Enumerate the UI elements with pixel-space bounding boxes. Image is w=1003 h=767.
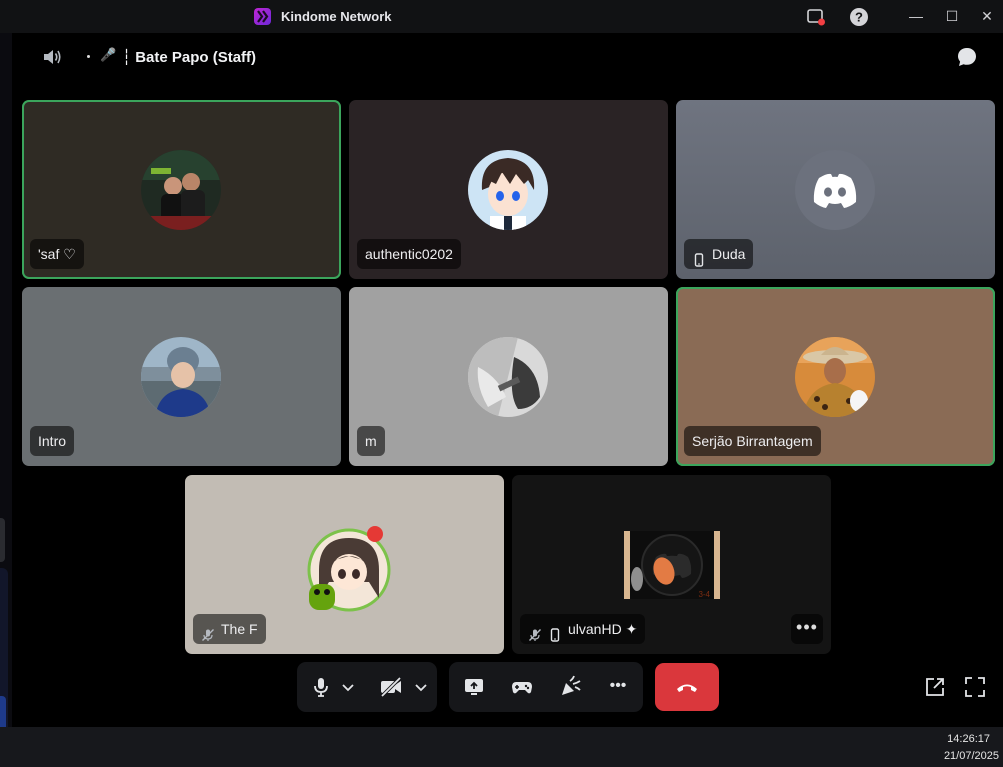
screen-share-icon[interactable] xyxy=(462,675,486,699)
close-button[interactable]: ✕ xyxy=(976,6,998,26)
participant-name: The F xyxy=(193,614,266,644)
participant-tile[interactable]: authentic0202 xyxy=(349,100,668,279)
fullscreen-icon[interactable] xyxy=(964,676,986,698)
mic-emoji: 🎤 xyxy=(100,47,117,62)
channel-header: 🎤 ┆ Bate Papo (Staff) xyxy=(12,33,1003,81)
voice-channel-icon xyxy=(42,47,62,67)
app-logo-icon xyxy=(254,8,271,25)
minimize-button[interactable]: — xyxy=(905,6,927,26)
participant-name: 'saf ♡ xyxy=(30,239,84,269)
svg-text:?: ? xyxy=(855,10,863,25)
avatar xyxy=(795,337,875,417)
participant-name: authentic0202 xyxy=(357,239,461,269)
more-options-button[interactable]: ••• xyxy=(606,675,630,699)
soundboard-icon[interactable] xyxy=(558,675,582,699)
pop-out-icon[interactable] xyxy=(924,676,946,698)
gamepad-icon[interactable] xyxy=(510,675,534,699)
camera-off-icon[interactable] xyxy=(379,675,403,699)
activity-controls: ••• xyxy=(449,662,643,712)
avatar xyxy=(141,337,221,417)
participant-tile[interactable]: The F xyxy=(185,475,504,654)
channel-name: ┆ Bate Papo (Staff) xyxy=(122,49,257,66)
avatar xyxy=(468,150,548,230)
avatar xyxy=(141,150,221,230)
taskbar-clock-date[interactable]: 21/07/2025 xyxy=(944,750,999,762)
participant-tile[interactable]: 'saf ♡ xyxy=(22,100,341,279)
microphone-icon[interactable] xyxy=(309,675,333,699)
participant-name: Duda xyxy=(684,239,754,269)
os-taskbar: 14:26:17 21/07/2025 xyxy=(0,727,1003,767)
avatar: 3-4 xyxy=(624,531,720,599)
hangup-icon xyxy=(675,675,699,699)
maximize-button[interactable]: ☐ xyxy=(941,6,963,26)
chat-icon[interactable] xyxy=(956,46,978,68)
participant-tile[interactable]: m xyxy=(349,287,668,466)
audio-video-controls xyxy=(297,662,437,712)
participant-tile[interactable]: 3-4 ulvanHD ✦ ••• xyxy=(512,475,831,654)
disconnect-button[interactable] xyxy=(655,663,719,711)
participant-tile[interactable]: Serjão Birrantagem xyxy=(676,287,995,466)
avatar xyxy=(304,525,391,612)
server-sidebar-edge xyxy=(0,33,12,758)
participant-name: m xyxy=(357,426,385,456)
camera-options-chevron-icon[interactable] xyxy=(414,675,428,699)
muted-mic-icon xyxy=(528,622,542,641)
participant-name: ulvanHD ✦ xyxy=(520,614,646,644)
title-bar: Kindome Network ? — ☐ ✕ xyxy=(0,0,1003,33)
taskbar-clock-time[interactable]: 14:26:17 xyxy=(947,733,990,745)
help-icon[interactable]: ? xyxy=(849,7,869,27)
muted-mic-icon xyxy=(201,622,215,641)
separator-dot xyxy=(87,55,90,58)
svg-text:3-4: 3-4 xyxy=(698,590,710,599)
participant-tile[interactable]: Intro xyxy=(22,287,341,466)
sidebar-item xyxy=(0,518,5,562)
participant-name: Serjão Birrantagem xyxy=(684,426,821,456)
window-title: Kindome Network xyxy=(281,9,392,24)
participant-name: Intro xyxy=(30,426,75,456)
mobile-icon xyxy=(548,622,562,642)
avatar xyxy=(468,337,548,417)
participant-more-button[interactable]: ••• xyxy=(791,614,823,644)
discord-logo-icon xyxy=(795,150,875,230)
inbox-alert-icon[interactable] xyxy=(806,7,826,27)
mobile-icon xyxy=(692,247,706,267)
participant-tile[interactable]: Duda xyxy=(676,100,995,279)
mic-options-chevron-icon[interactable] xyxy=(341,675,355,699)
